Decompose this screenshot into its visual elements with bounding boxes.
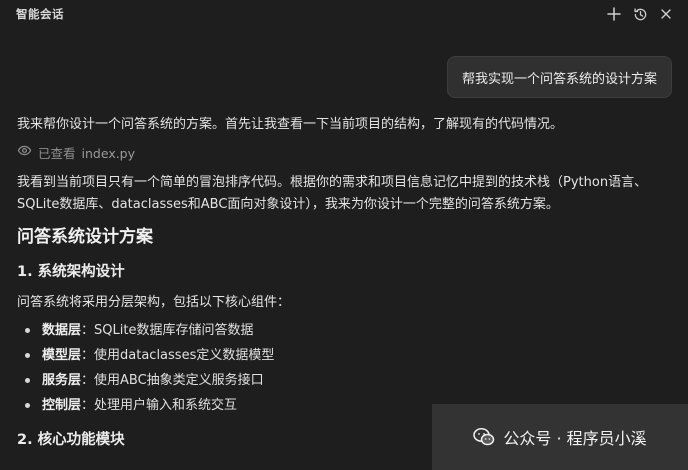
bullet <box>25 403 30 408</box>
watermark-text: 公众号 · 程序员小溪 <box>503 429 647 448</box>
component-name: 服务层 <box>42 372 82 388</box>
component-name: 数据层 <box>42 322 82 338</box>
component-name: 模型层 <box>42 347 82 363</box>
component-desc: ：处理用户输入和系统交互 <box>81 397 238 413</box>
close-icon[interactable] <box>658 6 674 22</box>
panel-title: 智能会话 <box>16 7 64 21</box>
bullet <box>25 353 30 358</box>
section-architecture-title: 1. 系统架构设计 <box>17 264 125 280</box>
list-item: 服务层 ：使用ABC抽象类定义服务接口 <box>25 368 677 393</box>
assistant-intro: 我来帮你设计一个问答系统的方案。首先让我查看一下当前项目的结构，了解现有的代码情… <box>17 117 564 132</box>
eye-icon <box>17 143 32 165</box>
chat-panel: 智能会话 帮我实现一个问答系统的设计方案 我来帮你设计一个问答系统的方案。首先让… <box>0 0 688 470</box>
component-desc: ：SQLite数据库存储问答数据 <box>81 322 254 338</box>
design-heading: 问答系统设计方案 <box>17 227 153 247</box>
assistant-message: 我来帮你设计一个问答系统的方案。首先让我查看一下当前项目的结构，了解现有的代码情… <box>17 114 677 452</box>
assistant-body: 我看到当前项目只有一个简单的冒泡排序代码。根据你的需求和项目信息记忆中提到的技术… <box>17 175 648 212</box>
list-item: 数据层 ：SQLite数据库存储问答数据 <box>25 318 677 343</box>
component-desc: ：使用ABC抽象类定义服务接口 <box>81 372 264 388</box>
viewed-file-name: index.py <box>81 146 136 161</box>
plus-icon[interactable] <box>606 6 622 22</box>
panel-header: 智能会话 <box>0 0 688 28</box>
bullet <box>25 378 30 383</box>
viewed-file-indicator[interactable]: 已查看 index.py <box>17 142 677 166</box>
component-name: 控制层 <box>42 397 82 413</box>
user-message: 帮我实现一个问答系统的设计方案 <box>446 56 672 98</box>
component-desc: ：使用dataclasses定义数据模型 <box>81 347 275 363</box>
history-icon[interactable] <box>632 6 648 22</box>
bullet <box>25 328 30 333</box>
watermark: 公众号 · 程序员小溪 <box>432 404 688 470</box>
list-item: 模型层 ：使用dataclasses定义数据模型 <box>25 343 677 368</box>
component-list: 数据层 ：SQLite数据库存储问答数据 模型层 ：使用dataclasses定义数… <box>17 318 677 418</box>
wechat-icon <box>473 427 495 447</box>
viewed-label: 已查看 <box>38 146 76 161</box>
header-actions <box>606 6 674 22</box>
architecture-intro: 问答系统将采用分层架构，包括以下核心组件： <box>17 295 291 310</box>
